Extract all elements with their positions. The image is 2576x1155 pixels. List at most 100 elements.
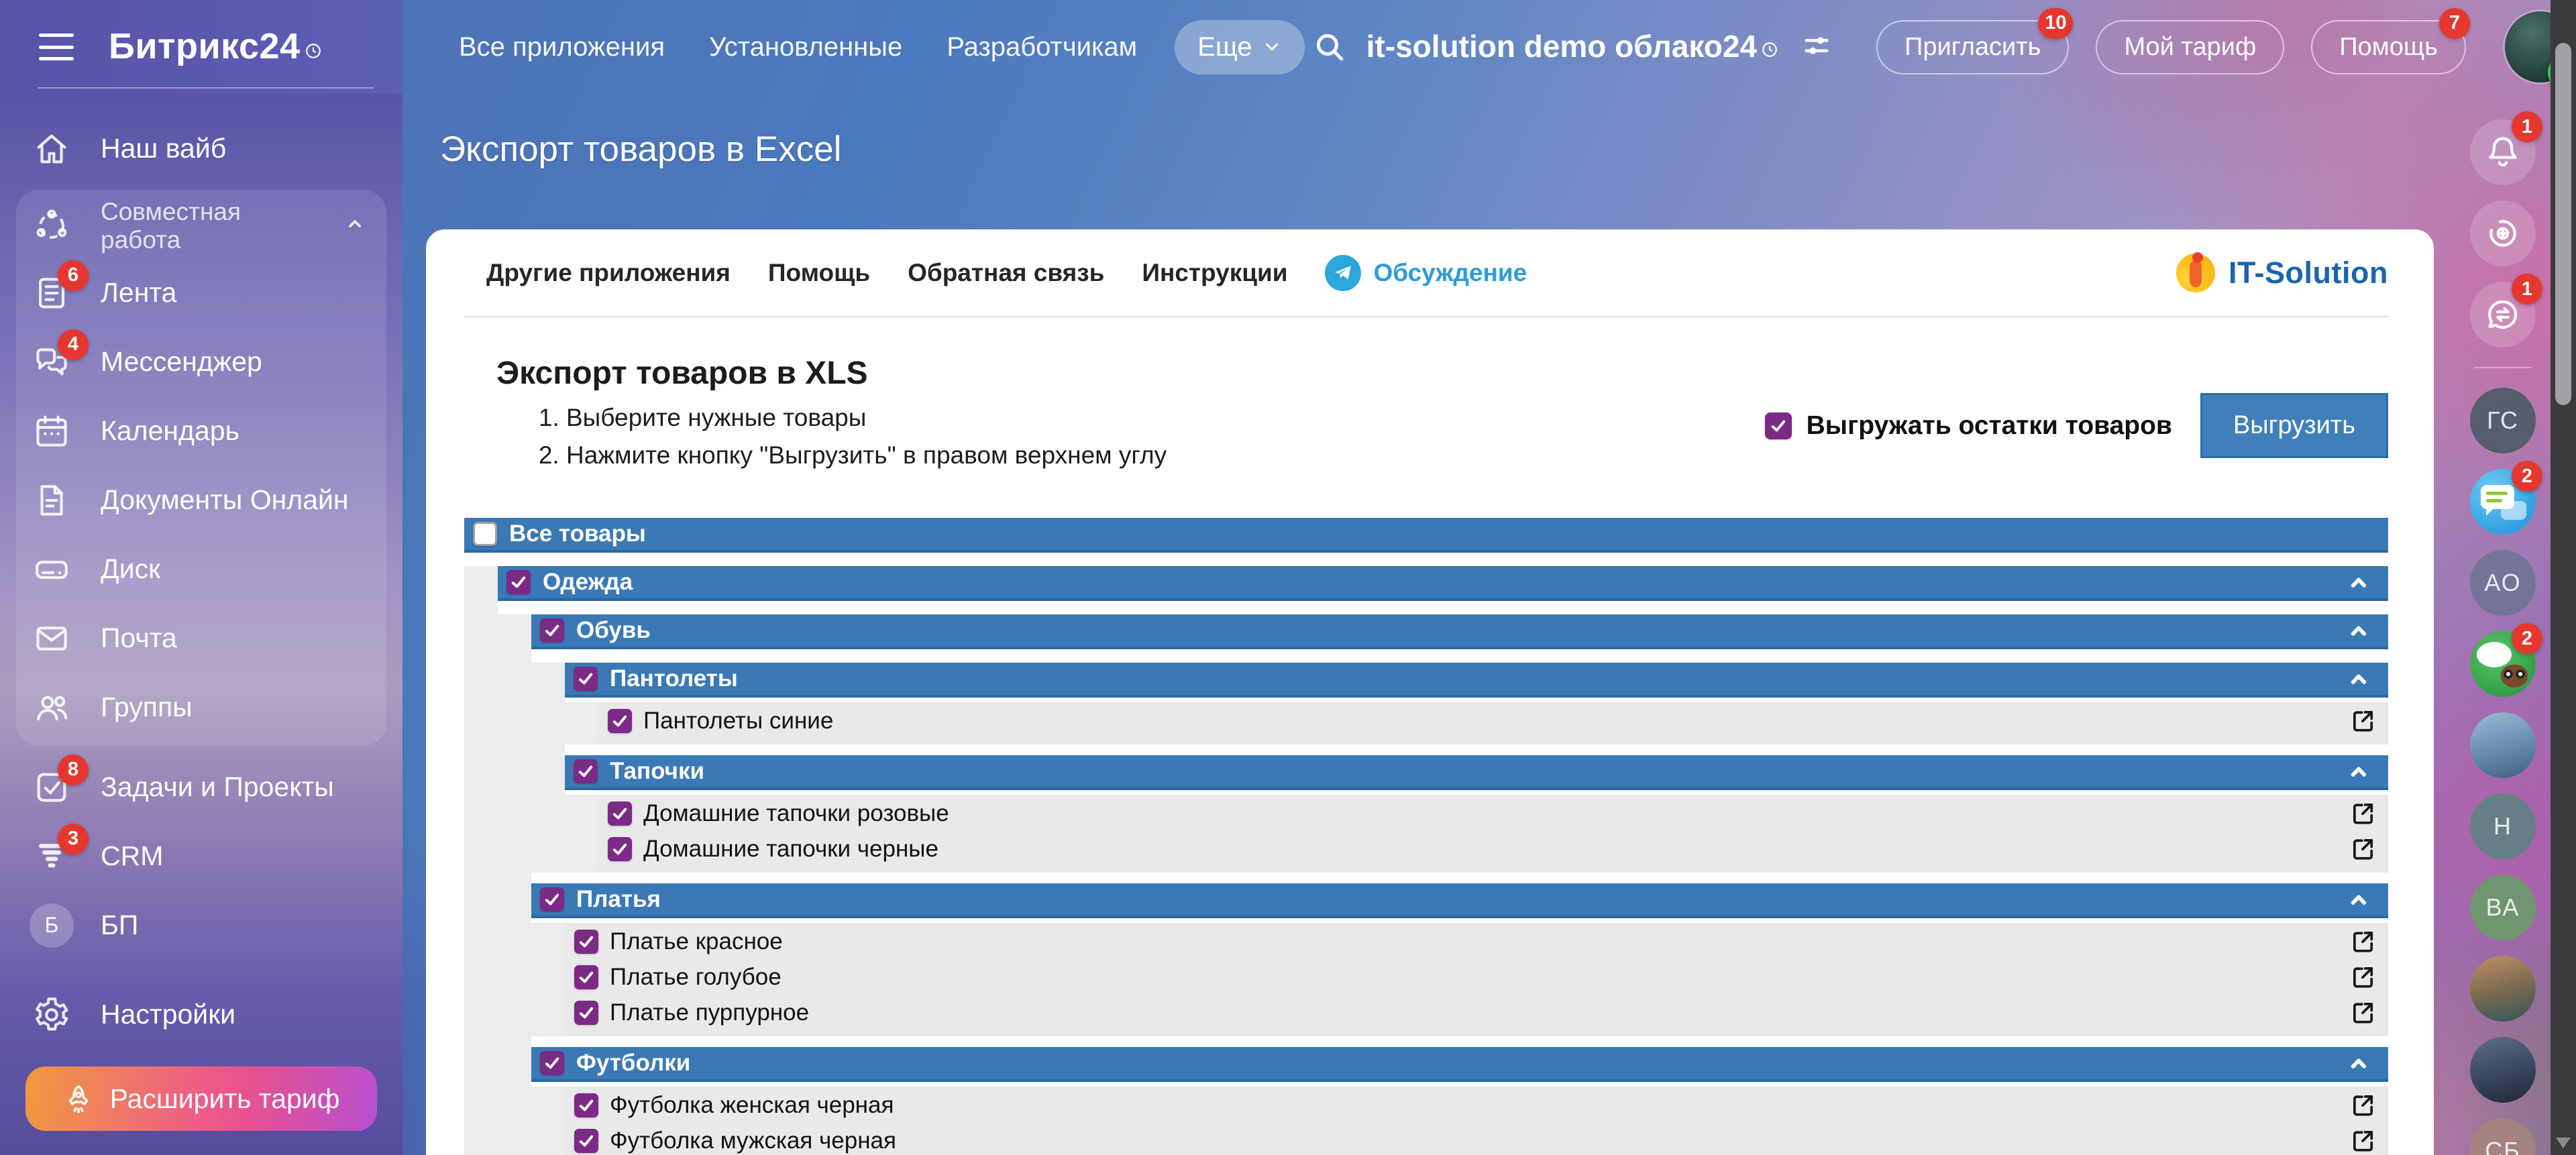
checkbox-checked[interactable] — [574, 930, 598, 954]
export-product-icon[interactable] — [2349, 800, 2377, 828]
product-row[interactable]: Футболка мужская черная — [565, 1123, 2388, 1155]
scrollbar-down-arrow[interactable] — [2556, 1138, 2571, 1148]
bitrix24-logo[interactable]: Битрикс24 — [109, 25, 322, 68]
chevron-up-icon[interactable] — [343, 212, 366, 241]
product-row[interactable]: Платье голубое — [565, 959, 2388, 995]
sidebar-item-messenger[interactable]: 4Мессенджер — [16, 327, 386, 396]
product-row[interactable]: Домашние тапочки черные — [598, 831, 2388, 867]
sidebar-item-groups[interactable]: Группы — [16, 673, 386, 742]
export-product-icon[interactable] — [2349, 835, 2377, 863]
portal-search[interactable]: it-solution demo облако24 — [1313, 28, 1832, 66]
checkbox-checked[interactable] — [574, 965, 598, 989]
sidebar-item-docs[interactable]: Документы Онлайн — [16, 465, 386, 535]
owl-chat-avatar[interactable]: 2 — [2470, 631, 2536, 697]
messenger-chat-icon[interactable]: 2 — [2470, 469, 2536, 535]
pulse-icon[interactable] — [2470, 201, 2536, 266]
checkbox-checked[interactable] — [608, 837, 632, 861]
export-button[interactable]: Выгрузить — [2200, 393, 2388, 458]
more-menu-button[interactable]: Еще — [1175, 20, 1304, 74]
product-row[interactable]: Футболка женская черная — [565, 1087, 2388, 1123]
product-row[interactable]: Платье красное — [565, 924, 2388, 959]
export-product-icon[interactable] — [2349, 928, 2377, 956]
user-avatar-initials[interactable]: Н — [2470, 793, 2536, 859]
category-bar[interactable]: Одежда — [498, 566, 2388, 601]
discussion-link[interactable]: Обсуждение — [1325, 255, 1527, 291]
card-menu-link-3[interactable]: Инструкции — [1142, 259, 1287, 287]
topbar-action-help[interactable]: Помощь7 — [2311, 20, 2466, 74]
hamburger-menu-icon[interactable] — [39, 34, 74, 60]
topbar-nav-link-1[interactable]: Установленные — [709, 32, 902, 62]
user-avatar-photo[interactable] — [2470, 712, 2536, 778]
sidebar-item-crm[interactable]: 3CRM — [16, 822, 386, 891]
checkbox-checked[interactable] — [574, 1093, 598, 1117]
export-product-icon[interactable] — [2349, 707, 2377, 735]
stock-checkbox[interactable] — [1765, 412, 1792, 439]
topbar-action-tariff[interactable]: Мой тариф — [2096, 20, 2284, 74]
checkbox-checked[interactable] — [608, 709, 632, 733]
checkbox-checked[interactable] — [574, 1001, 598, 1025]
checkbox-checked[interactable] — [540, 887, 564, 912]
collapse-chevron-icon[interactable] — [2345, 569, 2372, 596]
category-bar[interactable]: Платья — [531, 883, 2388, 918]
topbar-action-invite[interactable]: Пригласить10 — [1876, 20, 2069, 74]
category-bar[interactable]: Пантолеты — [565, 663, 2388, 698]
card-menu-link-2[interactable]: Обратная связь — [908, 259, 1104, 287]
user-avatar-initials[interactable]: ГС — [2470, 388, 2536, 453]
notifications-bell-icon[interactable]: 1 — [2470, 119, 2536, 185]
collapse-chevron-icon[interactable] — [2345, 1050, 2372, 1077]
user-avatar-initials[interactable]: ВА — [2470, 875, 2536, 940]
card-menu-link-1[interactable]: Помощь — [768, 259, 870, 287]
user-avatar-photo[interactable] — [2470, 1037, 2536, 1103]
card-menu-link-0[interactable]: Другие приложения — [486, 259, 731, 287]
collapse-chevron-icon[interactable] — [2345, 617, 2372, 644]
product-row[interactable]: Пантолеты синие — [598, 703, 2388, 738]
collapse-chevron-icon[interactable] — [2345, 758, 2372, 785]
user-avatar-photo[interactable] — [2470, 956, 2536, 1022]
collapse-chevron-icon[interactable] — [2345, 886, 2372, 913]
stock-checkbox-row[interactable]: Выгружать остатки товаров — [1765, 411, 2172, 441]
sidebar-group-header[interactable]: Совместная работа — [16, 194, 386, 258]
category-bar[interactable]: Тапочки — [565, 755, 2388, 790]
topbar-nav: Все приложения Установленные Разработчикам — [459, 32, 1137, 62]
sidebar-item-feed[interactable]: 6Лента — [16, 258, 386, 327]
category-bar[interactable]: Обувь — [531, 614, 2388, 649]
page-scrollbar[interactable] — [2551, 0, 2576, 1155]
export-product-icon[interactable] — [2349, 963, 2377, 991]
sidebar-item-settings[interactable]: Настройки — [16, 980, 386, 1049]
topbar-nav-link-2[interactable]: Разработчикам — [947, 32, 1137, 62]
user-avatar-initials[interactable]: СБ — [2470, 1118, 2536, 1155]
category-bar[interactable]: Все товары — [464, 518, 2388, 553]
user-avatar-initials[interactable]: АО — [2470, 550, 2536, 616]
checkbox-checked[interactable] — [506, 570, 531, 594]
open-lines-chat-icon[interactable]: 1 — [2470, 282, 2536, 347]
checkbox-checked[interactable] — [540, 618, 564, 643]
export-product-icon[interactable] — [2349, 1127, 2377, 1155]
sidebar-item-disk[interactable]: Диск — [16, 535, 386, 604]
product-row[interactable]: Платье пурпурное — [565, 995, 2388, 1030]
collapse-chevron-icon[interactable] — [2345, 665, 2372, 692]
sidebar-item-mail[interactable]: Почта — [16, 604, 386, 673]
filter-sliders-icon[interactable] — [1801, 30, 1832, 64]
it-solution-brand[interactable]: IT-Solution — [2176, 254, 2388, 292]
category-bar[interactable]: Футболки — [531, 1047, 2388, 1082]
checkbox-checked[interactable] — [608, 802, 632, 826]
export-product-icon[interactable] — [2349, 999, 2377, 1027]
checkbox-checked[interactable] — [540, 1051, 564, 1075]
checkbox-unchecked[interactable] — [473, 522, 497, 546]
sidebar-item-calendar[interactable]: Календарь — [16, 396, 386, 465]
checkbox-checked[interactable] — [574, 759, 598, 783]
sidebar-item-bp[interactable]: ББП — [16, 891, 386, 960]
export-product-icon[interactable] — [2349, 1091, 2377, 1119]
sidebar-item-home[interactable]: Наш вайб — [16, 114, 386, 183]
scrollbar-thumb[interactable] — [2555, 43, 2571, 405]
notification-badge: 1 — [2512, 111, 2542, 142]
product-label: Домашние тапочки розовые — [643, 800, 949, 827]
upgrade-tariff-button[interactable]: Расширить тариф — [25, 1066, 377, 1131]
checkbox-checked[interactable] — [574, 667, 598, 691]
topbar-nav-link-0[interactable]: Все приложения — [459, 32, 665, 62]
sidebar-item-tasks[interactable]: 8Задачи и Проекты — [16, 753, 386, 822]
category-block: Платья Платье красноеПлатье голубоеПлатье… — [531, 883, 2388, 1036]
checkbox-checked[interactable] — [574, 1129, 598, 1153]
category-label: Тапочки — [610, 758, 704, 785]
product-row[interactable]: Домашние тапочки розовые — [598, 795, 2388, 831]
